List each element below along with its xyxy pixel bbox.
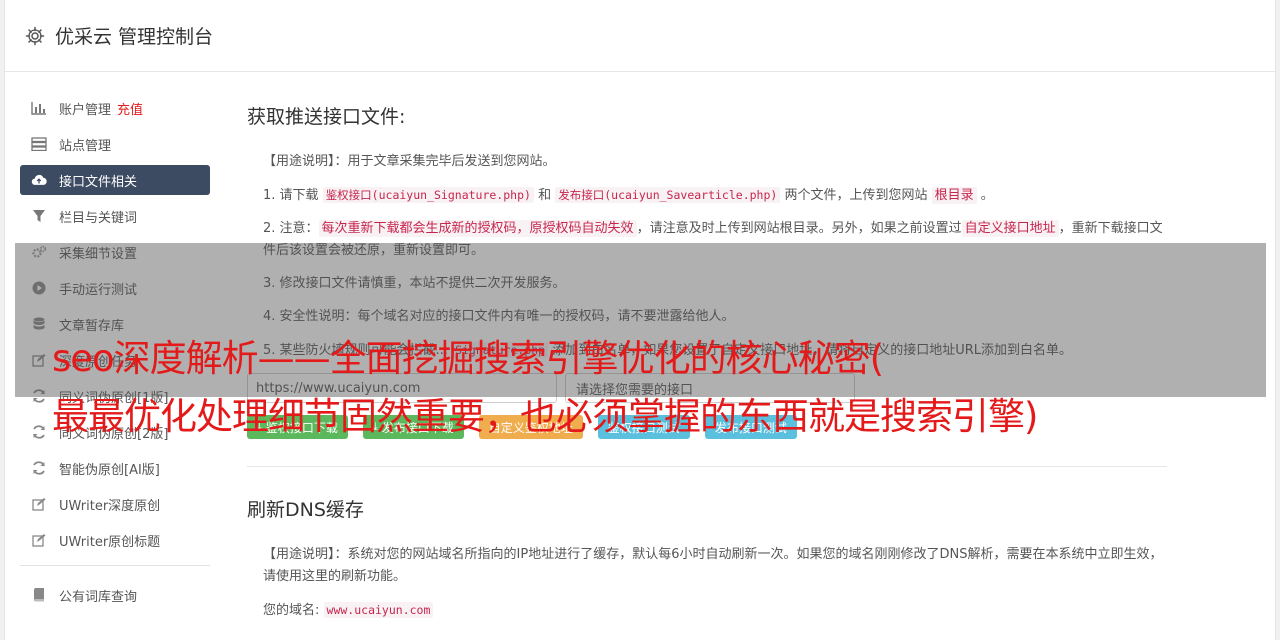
- top-bar: 优采云 管理控制台: [5, 0, 1275, 72]
- sidebar-item-label: UWriter原创标题: [59, 534, 161, 550]
- section-title-dns: 刷新DNS缓存: [247, 499, 364, 521]
- sidebar-divider: [20, 565, 210, 566]
- sidebar-item-label: 智能伪原创[AI版]: [59, 462, 160, 478]
- root-dir-code: 根目录: [931, 187, 977, 204]
- sidebar-item-label: 接口文件相关: [59, 174, 138, 190]
- overlay-headline-line1: seo深度解析——全面挖掘搜索引擎优化的核心秘密(: [52, 337, 884, 380]
- filter-icon: [31, 208, 47, 224]
- section-divider: [247, 466, 1167, 467]
- domain-row: 您的域名: www.ucaiyun.com: [247, 599, 1167, 622]
- bar-chart-icon: [31, 100, 47, 116]
- sig-file-code: 鉴权接口(ucaiyun_Signature.php): [322, 187, 534, 203]
- overlay-headline-line2: 最最优化处理细节固然重要，也必须掌握的东西就是搜索引擎): [52, 395, 1038, 438]
- refresh-icon: [31, 460, 47, 476]
- sidebar-item-account[interactable]: 账户管理 充值: [20, 93, 210, 123]
- cloud-upload-icon: [31, 172, 47, 188]
- sidebar-item-label: 公有词库查询: [59, 589, 138, 605]
- edit-icon: [31, 496, 47, 512]
- sidebar-item-sites[interactable]: 站点管理: [20, 129, 210, 159]
- usage-text: ：用于文章采集完毕后发送到您网站。: [334, 154, 556, 169]
- step1-and: 和: [538, 188, 552, 203]
- sidebar-item-label: UWriter深度原创: [59, 498, 161, 514]
- usage-label: 【用途说明】: [263, 154, 335, 169]
- app-title: 优采云 管理控制台: [55, 26, 214, 48]
- step-1: 1. 请下载 鉴权接口(ucaiyun_Signature.php) 和 发布接…: [247, 184, 1167, 207]
- custom-url-code: 自定义接口地址: [961, 220, 1059, 237]
- step1-end: 。: [980, 188, 994, 203]
- usage-text: ：系统对您的网站域名所指向的IP地址进行了缓存，默认每6小时自动刷新一次。如果您…: [263, 547, 1163, 584]
- recharge-link[interactable]: 充值: [117, 99, 143, 118]
- step2-warning: 每次重新下载都会生成新的授权码，原授权码自动失效: [318, 220, 637, 237]
- usage-label: 【用途说明】: [263, 547, 335, 562]
- sidebar-item-label: 栏目与关键词: [59, 210, 138, 226]
- sidebar-item-uwriter-original[interactable]: UWriter深度原创: [20, 489, 210, 519]
- domain-value: www.ucaiyun.com: [323, 602, 434, 618]
- sidebar-item-categories-keywords[interactable]: 栏目与关键词: [20, 201, 210, 231]
- step1-prefix: 1. 请下载: [263, 188, 319, 203]
- sidebar-item-ai-original[interactable]: 智能伪原创[AI版]: [20, 453, 210, 483]
- dns-usage-note: 【用途说明】：系统对您的网站域名所指向的IP地址进行了缓存，默认每6小时自动刷新…: [247, 544, 1167, 588]
- sidebar-item-public-dictionary[interactable]: 公有词库查询: [20, 580, 210, 610]
- pub-file-code: 发布接口(ucaiyun_Savearticle.php): [555, 187, 781, 203]
- domain-label: 您的域名:: [263, 603, 320, 618]
- refresh-icon: [31, 424, 47, 440]
- sidebar-item-interface-files[interactable]: 接口文件相关: [20, 165, 210, 195]
- server-icon: [31, 136, 47, 152]
- book-icon: [31, 587, 47, 603]
- step2-prefix: 2. 注意：: [263, 221, 319, 236]
- sidebar-item-label: 账户管理: [59, 102, 112, 118]
- step1-mid: 两个文件，上传到您网站: [784, 188, 928, 203]
- step2-mid: ，请注意及时上传到网站根目录。另外，如果之前设置过: [636, 221, 962, 236]
- section-title-interface-files: 获取推送接口文件:: [247, 106, 406, 128]
- sidebar-item-label: 站点管理: [59, 138, 112, 154]
- gear-icon: [25, 26, 45, 45]
- usage-note: 【用途说明】：用于文章采集完毕后发送到您网站。: [247, 151, 1167, 173]
- edit-icon: [31, 532, 47, 548]
- sidebar-item-uwriter-title[interactable]: UWriter原创标题: [20, 525, 210, 555]
